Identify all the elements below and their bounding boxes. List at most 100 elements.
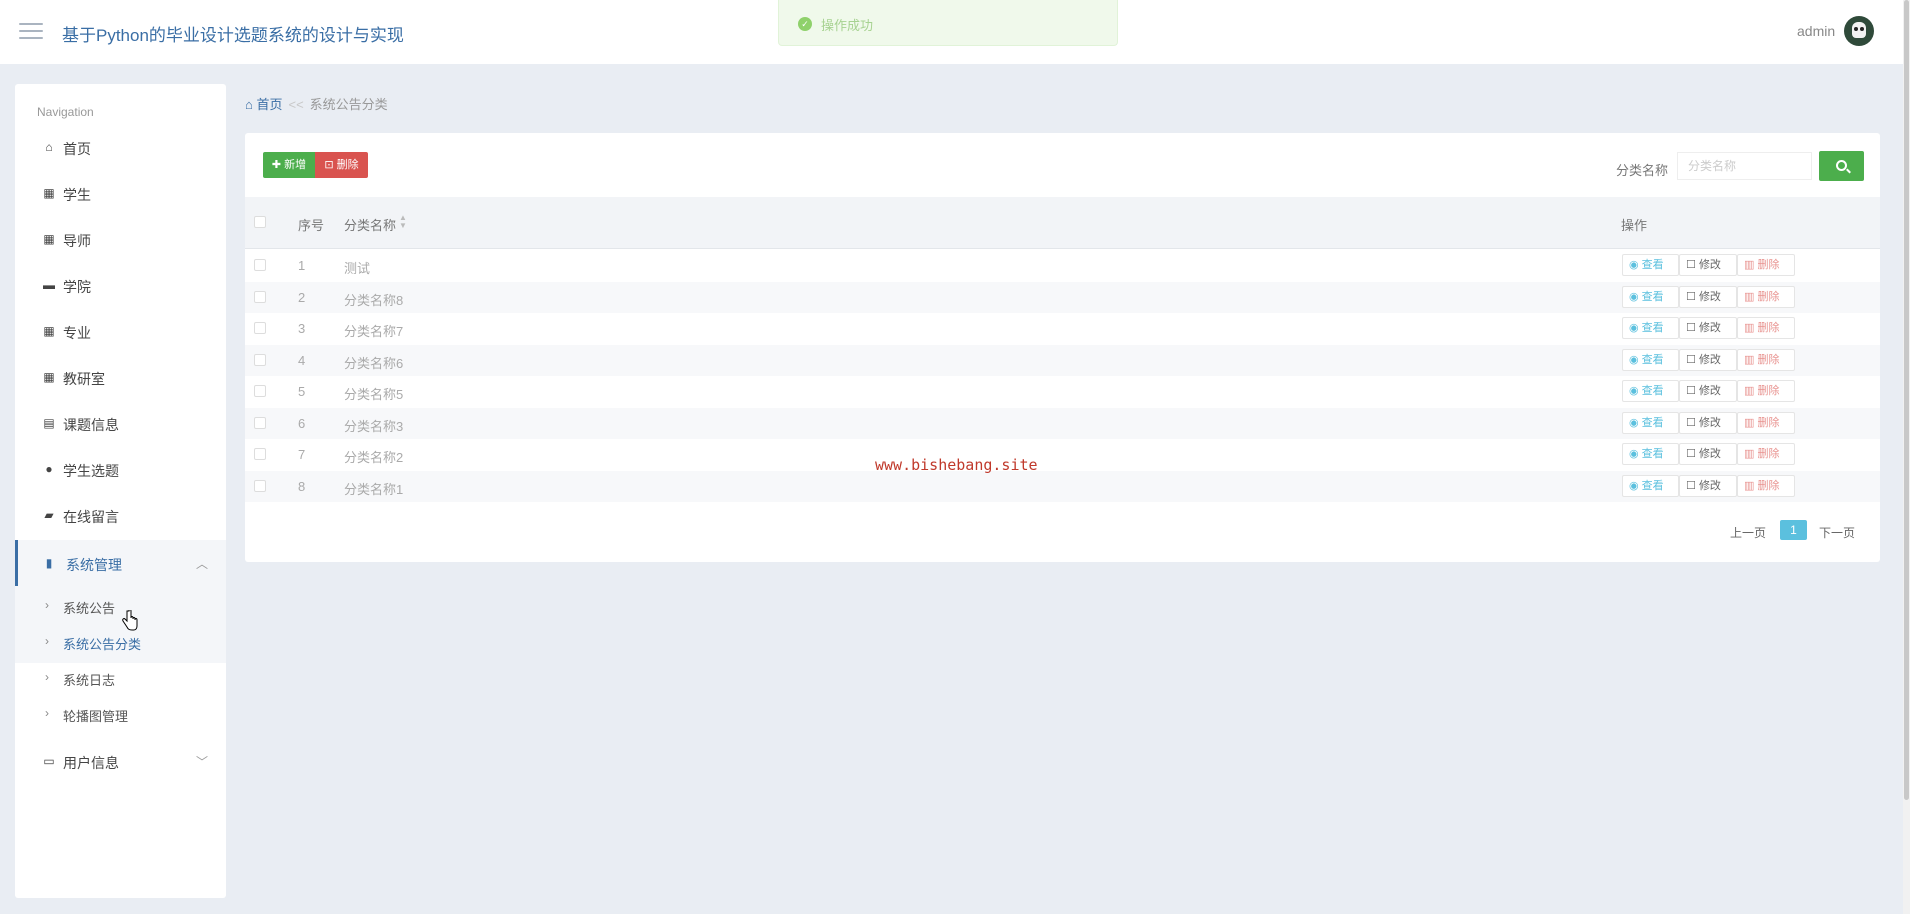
submenu-label: 系统公告分类 (63, 637, 142, 652)
submenu-system-notice[interactable]: › 系统公告 (15, 589, 226, 623)
menu-toggle-icon[interactable] (19, 21, 43, 41)
row-checkbox[interactable] (254, 416, 266, 429)
row-delete-button[interactable]: ▥ 删除 (1737, 254, 1795, 276)
grid-icon: ▦ (43, 370, 55, 384)
trash-icon: ▥ (1744, 479, 1755, 492)
trash-icon: ▥ (1744, 448, 1755, 460)
sidebar-item-tutors[interactable]: ▦ 导师 (15, 216, 226, 262)
top-header: 基于Python的毕业设计选题系统的设计与实现 ✓ 操作成功 admin (0, 0, 1910, 64)
edit-button[interactable]: ☐ 修改 (1679, 411, 1737, 434)
edit-button[interactable]: ☐ 修改 (1679, 443, 1737, 465)
search-button[interactable] (1819, 151, 1864, 181)
row-checkbox[interactable] (254, 353, 266, 366)
eye-icon: ◉ (1629, 290, 1639, 303)
row-checkbox[interactable] (254, 322, 266, 334)
breadcrumb-home[interactable]: ⌂ 首页 (245, 97, 282, 112)
table-row: 8 分类名称1 ◉ 查看 ☐ 修改 ▥ 删除 (245, 470, 1880, 502)
sidebar-item-student-topics[interactable]: ● 学生选题 (15, 446, 226, 492)
view-button[interactable]: ◉ 查看 (1622, 348, 1679, 371)
row-checkbox[interactable] (254, 448, 266, 460)
chevron-right-icon: › (45, 634, 49, 648)
sidebar-item-system-admin[interactable]: ▮ 系统管理 ︿ (15, 540, 226, 586)
check-circle-icon: ✓ (798, 17, 812, 31)
edit-icon: ☐ (1686, 448, 1696, 460)
edit-button[interactable]: ☐ 修改 (1679, 348, 1737, 371)
view-button[interactable]: ◉ 查看 (1622, 285, 1679, 308)
trash-icon: ▥ (1744, 259, 1755, 271)
sidebar-item-label: 教研室 (63, 371, 105, 387)
table-row: 6 分类名称3 ◉ 查看 ☐ 修改 ▥ 删除 (245, 407, 1880, 439)
sidebar-item-home[interactable]: ⌂ 首页 (15, 124, 226, 170)
sidebar-item-teaching-office[interactable]: ▦ 教研室 (15, 354, 226, 400)
row-delete-button[interactable]: ▥ 删除 (1737, 411, 1795, 434)
success-toast: ✓ 操作成功 (778, 0, 1118, 46)
sidebar-item-label: 在线留言 (63, 509, 119, 525)
submenu-carousel[interactable]: › 轮播图管理 (15, 697, 226, 731)
row-index: 4 (298, 352, 306, 368)
delete-button[interactable]: ⊡ 删除 (315, 152, 368, 178)
current-page[interactable]: 1 (1780, 520, 1807, 540)
trash-icon: ▥ (1744, 385, 1755, 397)
sidebar-item-messages[interactable]: ▰ 在线留言 (15, 492, 226, 538)
row-index: 8 (298, 478, 306, 494)
breadcrumb-separator: << (288, 97, 304, 112)
prev-page-link[interactable]: 上一页 (1730, 524, 1766, 541)
scrollbar[interactable] (1903, 0, 1910, 914)
briefcase-icon: ▬ (43, 278, 55, 292)
row-delete-button[interactable]: ▥ 删除 (1737, 348, 1795, 371)
row-checkbox[interactable] (254, 479, 266, 492)
submenu-system-log[interactable]: › 系统日志 (15, 661, 226, 695)
sort-icon[interactable]: ▲ ▼ (399, 214, 407, 230)
content-panel: ✚ 新增 ⊡ 删除 分类名称 序号 分类名称 ▲▼ 操作 1测试◉ 查看☐ 修改… (245, 133, 1880, 562)
row-delete-button[interactable]: ▥ 删除 (1737, 443, 1795, 465)
row-category-name: 分类名称6 (344, 355, 404, 371)
sidebar-item-label: 学生 (63, 187, 91, 203)
chevron-down-icon: ﹀ (195, 755, 208, 769)
edit-button[interactable]: ☐ 修改 (1679, 317, 1737, 339)
add-button[interactable]: ✚ 新增 (263, 152, 315, 178)
view-button[interactable]: ◉ 查看 (1622, 411, 1679, 434)
avatar[interactable] (1844, 16, 1874, 46)
sidebar-item-label: 学院 (63, 279, 91, 295)
column-header-name[interactable]: 分类名称 (344, 215, 396, 234)
row-delete-button[interactable]: ▥ 删除 (1737, 474, 1795, 497)
select-all-checkbox[interactable] (254, 216, 266, 228)
username-label[interactable]: admin (1797, 23, 1835, 39)
row-category-name: 测试 (344, 261, 371, 276)
row-delete-button[interactable]: ▥ 删除 (1737, 380, 1795, 402)
submenu-notice-category[interactable]: › 系统公告分类 (15, 625, 226, 659)
sidebar-item-college[interactable]: ▬ 学院 (15, 262, 226, 308)
search-input[interactable] (1677, 152, 1812, 180)
row-checkbox[interactable] (254, 290, 266, 303)
user-icon: ● (45, 462, 53, 476)
edit-button[interactable]: ☐ 修改 (1679, 380, 1737, 402)
view-button[interactable]: ◉ 查看 (1622, 474, 1679, 497)
table-row: 3 分类名称7 ◉ 查看 ☐ 修改 ▥ 删除 (245, 313, 1880, 345)
next-page-link[interactable]: 下一页 (1819, 524, 1855, 541)
row-checkbox[interactable] (254, 385, 266, 397)
eye-icon: ◉ (1629, 479, 1639, 492)
sidebar-item-major[interactable]: ▦ 专业 (15, 308, 226, 354)
row-delete-button[interactable]: ▥ 删除 (1737, 317, 1795, 339)
view-button[interactable]: ◉ 查看 (1622, 380, 1679, 402)
row-index: 7 (298, 447, 306, 462)
grid-icon: ▦ (43, 232, 55, 246)
nav-title: Navigation (37, 105, 94, 119)
watermark-text: www.bishebang.site (875, 456, 1038, 474)
edit-button[interactable]: ☐ 修改 (1679, 285, 1737, 308)
eye-icon: ◉ (1629, 416, 1639, 429)
view-button[interactable]: ◉ 查看 (1622, 254, 1679, 276)
edit-button[interactable]: ☐ 修改 (1679, 254, 1737, 276)
sidebar-item-user-info[interactable]: ▭ 用户信息 ﹀ (15, 738, 226, 784)
row-delete-button[interactable]: ▥ 删除 (1737, 285, 1795, 308)
edit-button[interactable]: ☐ 修改 (1679, 474, 1737, 497)
scrollbar-thumb[interactable] (1904, 0, 1909, 800)
view-button[interactable]: ◉ 查看 (1622, 443, 1679, 465)
sidebar-item-students[interactable]: ▦ 学生 (15, 170, 226, 216)
row-checkbox[interactable] (254, 259, 266, 271)
sidebar-item-topic-info[interactable]: ▤ 课题信息 (15, 400, 226, 446)
sidebar-item-label: 导师 (63, 233, 91, 249)
row-category-name: 分类名称7 (344, 324, 404, 339)
view-button[interactable]: ◉ 查看 (1622, 317, 1679, 339)
submenu-label: 轮播图管理 (63, 709, 129, 724)
